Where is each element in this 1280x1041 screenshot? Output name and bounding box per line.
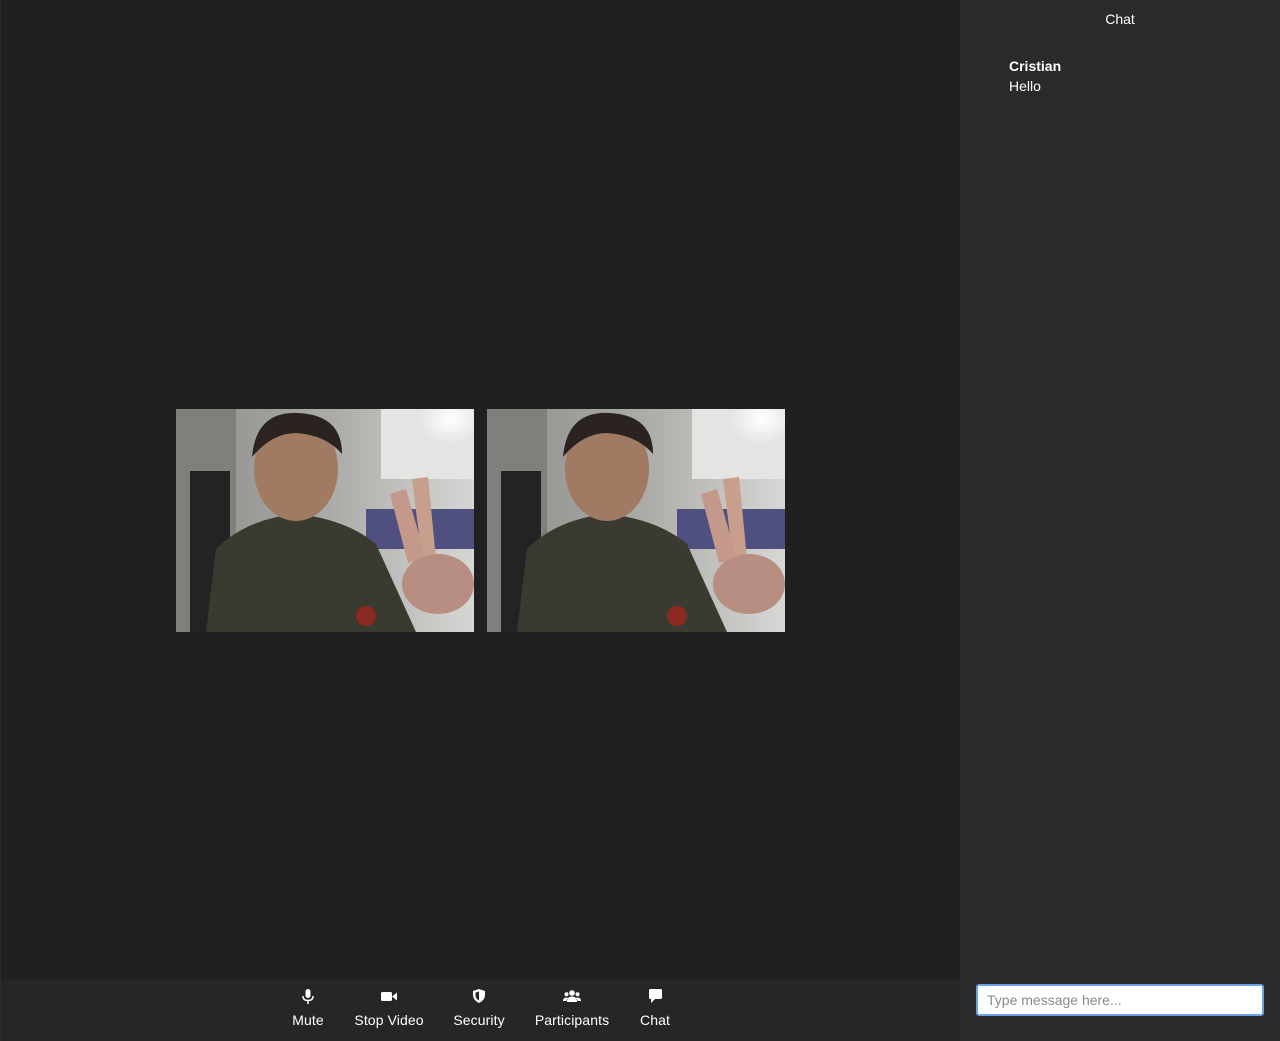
self-view-video-tile[interactable] bbox=[487, 409, 785, 632]
chat-message-text: Hello bbox=[1009, 78, 1041, 94]
stop-video-button-label: Stop Video bbox=[354, 1012, 424, 1028]
chat-message-sender: Cristian bbox=[1009, 58, 1062, 74]
participants-button-label: Participants bbox=[534, 1012, 610, 1028]
mute-button-label: Mute bbox=[292, 1012, 324, 1028]
chat-message: Cristian Hello bbox=[1009, 58, 1061, 95]
chat-button[interactable]: Chat bbox=[638, 986, 672, 1034]
security-button-label: Security bbox=[453, 1012, 505, 1028]
microphone-icon bbox=[299, 987, 317, 1005]
video-camera-icon bbox=[380, 987, 398, 1005]
participants-icon bbox=[563, 987, 581, 1005]
participants-button[interactable]: Participants bbox=[535, 986, 609, 1034]
meeting-window: Mute Stop Video Security Participants Ch… bbox=[0, 0, 1280, 1041]
participant-video-feed bbox=[176, 409, 474, 632]
video-gallery bbox=[176, 409, 786, 632]
participant-video-tile[interactable] bbox=[176, 409, 474, 632]
chat-panel-title: Chat bbox=[1105, 11, 1135, 27]
mute-button[interactable]: Mute bbox=[289, 986, 327, 1034]
video-stage bbox=[0, 0, 960, 980]
chat-button-label: Chat bbox=[640, 1012, 670, 1028]
chat-panel: Chat Cristian Hello bbox=[960, 0, 1280, 1041]
stop-video-button[interactable]: Stop Video bbox=[354, 986, 424, 1034]
self-view-video-feed bbox=[487, 409, 785, 632]
chat-message-input[interactable] bbox=[976, 984, 1264, 1016]
chat-bubble-icon bbox=[646, 987, 664, 1005]
security-button[interactable]: Security bbox=[453, 986, 505, 1034]
shield-icon bbox=[470, 987, 488, 1005]
meeting-controls-toolbar: Mute Stop Video Security Participants Ch… bbox=[0, 980, 960, 1041]
